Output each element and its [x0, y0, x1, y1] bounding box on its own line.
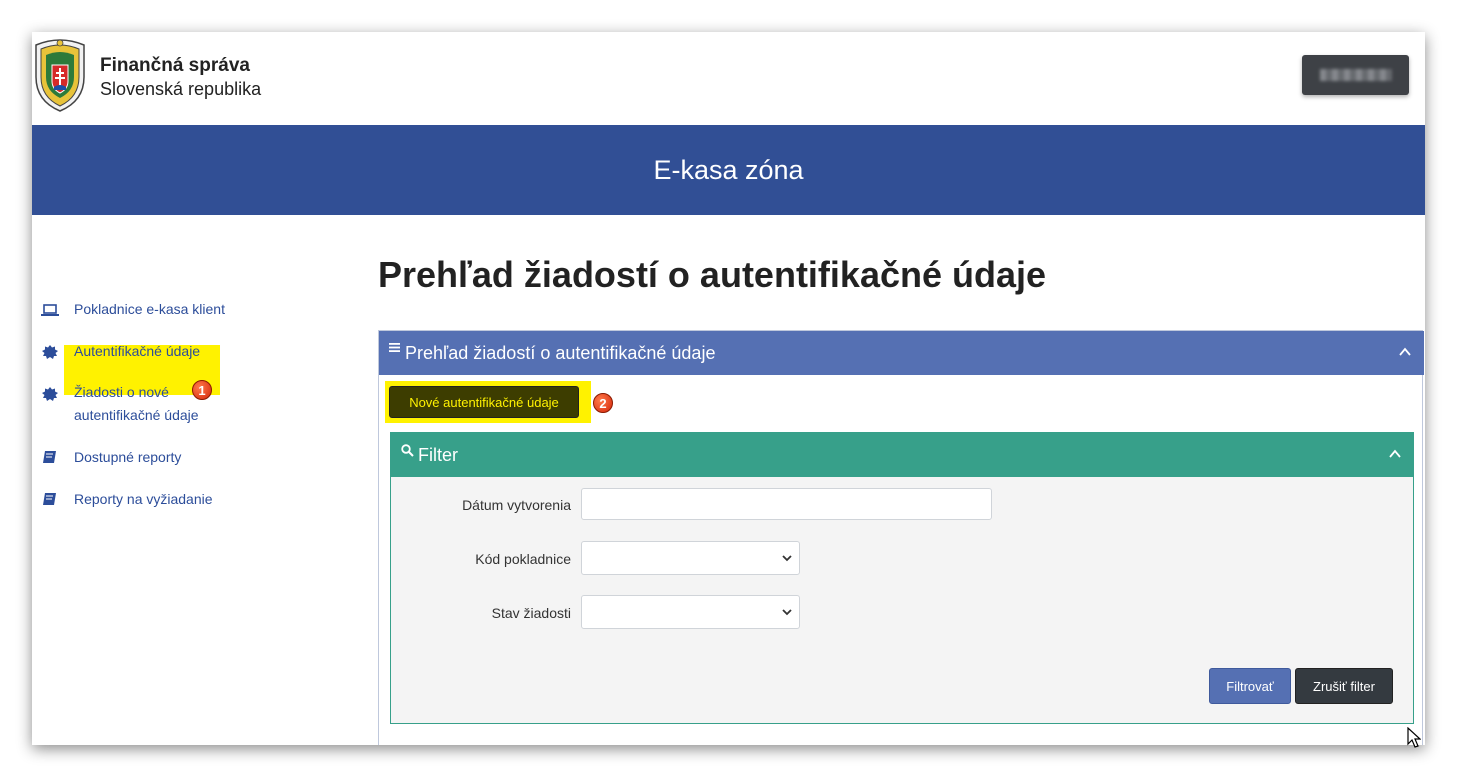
- menu-icon: [389, 343, 400, 352]
- request-status-label: Stav žiadosti: [491, 605, 571, 621]
- banner-title: E-kasa zóna: [653, 154, 804, 185]
- book-icon: [43, 493, 56, 505]
- app-window: Finančná správa Slovenská republika E-ka…: [32, 32, 1425, 745]
- org-name: Finančná správa: [100, 55, 250, 76]
- zone-banner: E-kasa zóna: [32, 125, 1425, 215]
- requests-panel: Prehľad žiadostí o autentifikačné údaje …: [378, 330, 1424, 745]
- org-subtitle: Slovenská republika: [100, 79, 262, 99]
- apply-filter-button[interactable]: Filtrovať: [1209, 668, 1291, 704]
- panel-title: Prehľad žiadostí o autentifikačné údaje: [405, 343, 716, 363]
- sidebar-item-label[interactable]: Autentifikačné údaje: [74, 340, 200, 362]
- request-status-select[interactable]: [581, 595, 800, 629]
- sidebar: Pokladnice e-kasa klient Autentifikačné …: [32, 215, 352, 745]
- chevron-up-icon[interactable]: [1399, 346, 1411, 358]
- chevron-down-icon: [782, 555, 792, 562]
- badge-icon: [42, 387, 58, 401]
- cash-register-code-select[interactable]: [581, 541, 800, 575]
- search-icon: [401, 444, 414, 457]
- date-created-input[interactable]: [581, 488, 992, 520]
- sidebar-item-label[interactable]: Pokladnice e-kasa klient: [74, 298, 225, 320]
- sidebar-item-label-line2[interactable]: autentifikačné údaje: [74, 404, 199, 426]
- new-credentials-button[interactable]: Nové autentifikačné údaje: [389, 386, 579, 418]
- filter-panel-header[interactable]: Filter: [391, 433, 1413, 477]
- mouse-cursor-icon: [1407, 727, 1421, 748]
- badge-icon: [42, 345, 58, 359]
- step-2-badge: 2: [593, 393, 613, 413]
- highlight-marker: Nové autentifikačné údaje: [385, 381, 591, 423]
- page-title: Prehľad žiadostí o autentifikačné údaje: [378, 254, 1047, 295]
- sidebar-item-label-line1[interactable]: Žiadosti o nové: [74, 381, 169, 403]
- user-name-redacted: [1320, 69, 1392, 81]
- requests-panel-header[interactable]: Prehľad žiadostí o autentifikačné údaje: [379, 331, 1424, 375]
- chevron-up-icon[interactable]: [1389, 448, 1401, 460]
- cash-register-code-label: Kód pokladnice: [475, 551, 571, 567]
- sidebar-item-label[interactable]: Reporty na vyžiadanie: [74, 488, 213, 510]
- reset-filter-button[interactable]: Zrušiť filter: [1295, 668, 1393, 704]
- user-account-button[interactable]: [1302, 55, 1409, 95]
- top-header: Finančná správa Slovenská republika: [32, 32, 1425, 125]
- financna-sprava-logo: [35, 39, 85, 112]
- step-1-badge: 1: [192, 380, 212, 400]
- chevron-down-icon: [782, 609, 792, 616]
- book-icon: [43, 451, 56, 463]
- date-created-label: Dátum vytvorenia: [462, 497, 571, 513]
- filter-title: Filter: [418, 445, 458, 465]
- laptop-icon: [41, 304, 59, 316]
- filter-panel: Filter Dátum vytvorenia Kód pokladnice S…: [390, 432, 1414, 724]
- sidebar-item-label[interactable]: Dostupné reporty: [74, 446, 181, 468]
